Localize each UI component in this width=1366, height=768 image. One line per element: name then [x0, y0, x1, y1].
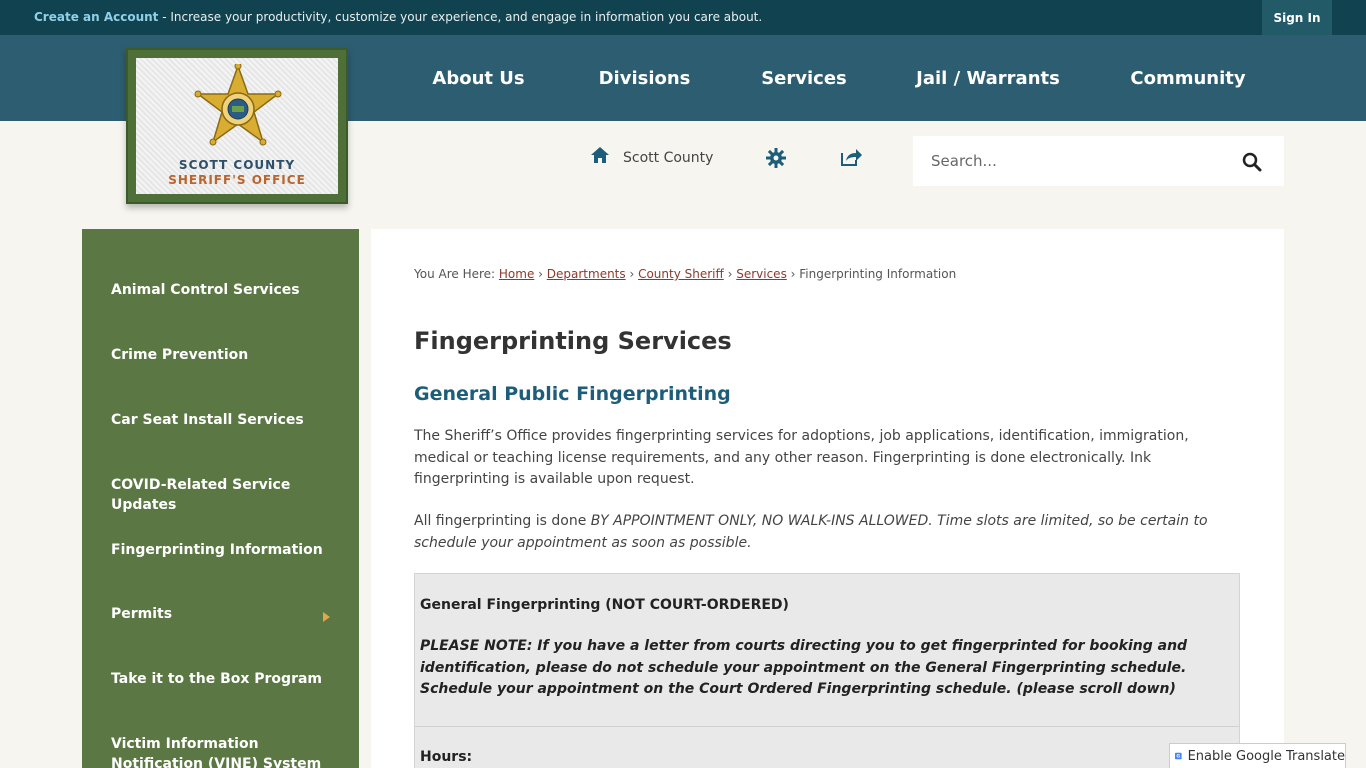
main-content: You Are Here: Home › Departments › Count… [371, 229, 1284, 768]
account-message-text: - Increase your productivity, customize … [158, 10, 763, 24]
logo-subtitle: SHERIFF'S OFFICE [168, 173, 306, 187]
sidebar-item-fingerprinting[interactable]: Fingerprinting Information [111, 540, 341, 560]
search-icon[interactable] [1242, 152, 1262, 172]
search-box [913, 136, 1284, 186]
hours-label: Hours: [420, 749, 473, 765]
account-message: Create an Account - Increase your produc… [34, 10, 762, 24]
sidebar-item-vine-system[interactable]: Victim Information Notification (VINE) S… [111, 734, 341, 768]
breadcrumb-home[interactable]: Home [499, 267, 534, 281]
create-account-link[interactable]: Create an Account [34, 10, 158, 24]
breadcrumb-current: Fingerprinting Information [799, 267, 957, 281]
schedule-box: General Fingerprinting (NOT COURT-ORDERE… [414, 573, 1240, 768]
page-title: Fingerprinting Services [414, 327, 732, 355]
sign-in-button[interactable]: Sign In [1262, 0, 1332, 35]
sidebar-item-covid-updates[interactable]: COVID-Related Service Updates [111, 475, 341, 515]
schedule-note: PLEASE NOTE: If you have a letter from c… [420, 638, 1188, 697]
nav-services[interactable]: Services [755, 35, 853, 121]
sidebar-nav: Animal Control Services Crime Prevention… [82, 229, 359, 768]
svg-text:G: G [1176, 754, 1180, 760]
schedule-heading: General Fingerprinting (NOT COURT-ORDERE… [420, 597, 789, 613]
breadcrumb: You Are Here: Home › Departments › Count… [414, 267, 957, 281]
section-subtitle: General Public Fingerprinting [414, 383, 731, 405]
sidebar-item-animal-control[interactable]: Animal Control Services [111, 280, 341, 300]
logo-title: SCOTT COUNTY [178, 158, 296, 172]
google-translate-button[interactable]: G Enable Google Translate [1169, 743, 1346, 768]
appointment-paragraph: All fingerprinting is done BY APPOINTMEN… [414, 511, 1240, 554]
breadcrumb-prefix: You Are Here: [414, 267, 499, 281]
google-translate-label: Enable Google Translate [1187, 748, 1345, 764]
search-input[interactable] [931, 136, 1231, 186]
nav-divisions[interactable]: Divisions [592, 35, 697, 121]
logo-inner: SCOTT COUNTY SHERIFF'S OFFICE [136, 58, 338, 194]
sidebar-item-permits[interactable]: Permits [111, 604, 341, 624]
sheriff-star-icon [194, 64, 282, 146]
share-icon[interactable] [840, 147, 862, 167]
nav-jail-warrants[interactable]: Jail / Warrants [912, 35, 1064, 121]
sidebar-item-take-it-to-the-box[interactable]: Take it to the Box Program [111, 669, 341, 689]
home-icon[interactable] [590, 146, 610, 164]
gear-icon[interactable] [766, 148, 786, 168]
appointment-lead: All fingerprinting is done [414, 513, 591, 529]
nav-community[interactable]: Community [1124, 35, 1252, 121]
breadcrumb-county-sheriff[interactable]: County Sheriff [638, 267, 724, 281]
site-logo[interactable]: SCOTT COUNTY SHERIFF'S OFFICE [126, 48, 348, 204]
permits-expand-arrow-icon[interactable] [323, 612, 330, 622]
top-bar: Create an Account - Increase your produc… [0, 0, 1366, 35]
intro-paragraph: The Sheriff’s Office provides fingerprin… [414, 428, 1189, 487]
breadcrumb-departments[interactable]: Departments [547, 267, 626, 281]
nav-about-us[interactable]: About Us [426, 35, 531, 121]
breadcrumb-services[interactable]: Services [736, 267, 787, 281]
schedule-divider [415, 726, 1239, 727]
sidebar-item-crime-prevention[interactable]: Crime Prevention [111, 345, 341, 365]
google-translate-icon: G [1175, 752, 1182, 760]
sidebar-item-car-seat[interactable]: Car Seat Install Services [111, 410, 341, 430]
home-link[interactable]: Scott County [623, 150, 713, 166]
